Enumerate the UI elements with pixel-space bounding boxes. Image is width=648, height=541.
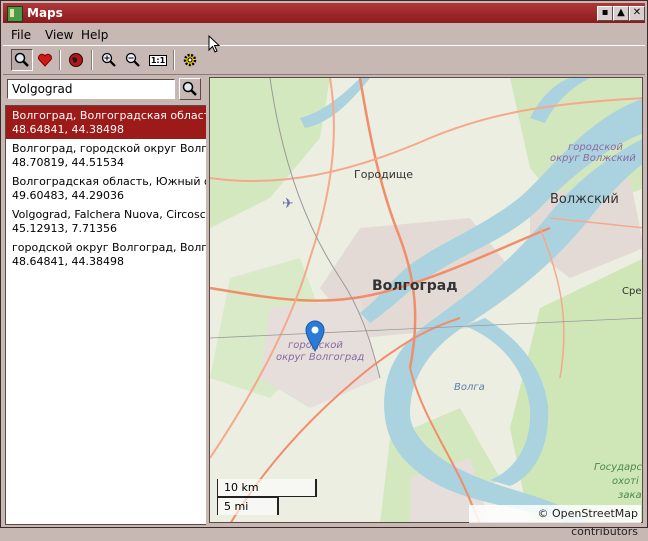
toolbar-separator xyxy=(173,50,175,70)
mouse-cursor-icon xyxy=(208,35,221,53)
map-view[interactable]: ✈ Городище Волгоград Волжский городской … xyxy=(209,77,643,523)
svg-text:✈: ✈ xyxy=(282,196,294,212)
app-map-icon xyxy=(7,6,23,22)
window-title: Maps xyxy=(27,6,63,20)
minimize-button[interactable]: ▪ xyxy=(597,6,613,21)
result-item[interactable]: Volgograd, Falchera Nuova, Circoscri 45.… xyxy=(6,205,206,238)
map-scale-bar: 10 km 5 mi xyxy=(217,479,317,515)
map-label-gos-1: Государс xyxy=(594,462,642,473)
map-label-okrug-volgograd-2: округ Волгоград xyxy=(276,352,365,363)
results-list[interactable]: Волгоград, Волгоградская область, Юж 48.… xyxy=(5,105,207,525)
map-label-okrug-volzhsky-2: округ Волжский xyxy=(550,153,636,164)
map-label-gos-3: зака xyxy=(618,490,642,501)
result-item[interactable]: Волгоград, городской округ Волгоград 48.… xyxy=(6,139,206,172)
map-label-gos-2: охоті xyxy=(612,476,639,487)
toolbar-separator xyxy=(59,50,61,70)
search-button[interactable] xyxy=(179,78,201,100)
map-label-volzhsky: Волжский xyxy=(550,192,619,207)
map-label-volga: Волга xyxy=(454,382,485,393)
menu-bar: File View Help xyxy=(3,25,645,45)
favorite-heart-icon[interactable] xyxy=(34,49,56,71)
location-marker-icon[interactable] xyxy=(305,320,325,352)
zoom-1to1-icon[interactable]: 1:1 xyxy=(147,49,169,71)
close-button[interactable]: ✕ xyxy=(629,6,645,21)
search-icon[interactable] xyxy=(11,49,33,71)
menu-view[interactable]: View xyxy=(45,28,73,42)
zoom-in-icon[interactable] xyxy=(98,49,120,71)
map-label-okrug-volzhsky-1: городской xyxy=(568,142,623,153)
zoom-1to1-label: 1:1 xyxy=(148,54,168,66)
zoom-out-icon[interactable] xyxy=(122,49,144,71)
map-label-sred: Сред xyxy=(622,286,642,297)
map-attribution[interactable]: © OpenStreetMap contributors xyxy=(469,505,641,538)
search-icon xyxy=(182,81,197,96)
scale-mi-label: 5 mi xyxy=(224,500,249,513)
title-bar[interactable]: Maps ▪ ▲ ✕ xyxy=(3,3,645,23)
globe-icon[interactable] xyxy=(65,49,87,71)
search-input[interactable] xyxy=(7,79,175,99)
toolbar: 1:1 xyxy=(3,45,645,75)
result-item[interactable]: Волгоградская область, Южный федер 49.60… xyxy=(6,172,206,205)
maps-window: Maps ▪ ▲ ✕ File View Help 1:1 Volgograd … xyxy=(0,0,648,538)
toolbar-separator xyxy=(91,50,93,70)
result-item[interactable]: Волгоград, Волгоградская область, Юж 48.… xyxy=(6,106,206,139)
settings-gear-icon[interactable] xyxy=(179,49,201,71)
menu-file[interactable]: File xyxy=(11,28,31,42)
result-item[interactable]: городской округ Волгоград, Волгоград 48.… xyxy=(6,238,206,271)
map-label-gorodishche: Городище xyxy=(354,168,414,181)
map-label-volgograd: Волгоград xyxy=(372,278,458,294)
menu-help[interactable]: Help xyxy=(81,28,108,42)
scale-km-label: 10 km xyxy=(224,481,259,494)
maximize-button[interactable]: ▲ xyxy=(613,6,629,21)
